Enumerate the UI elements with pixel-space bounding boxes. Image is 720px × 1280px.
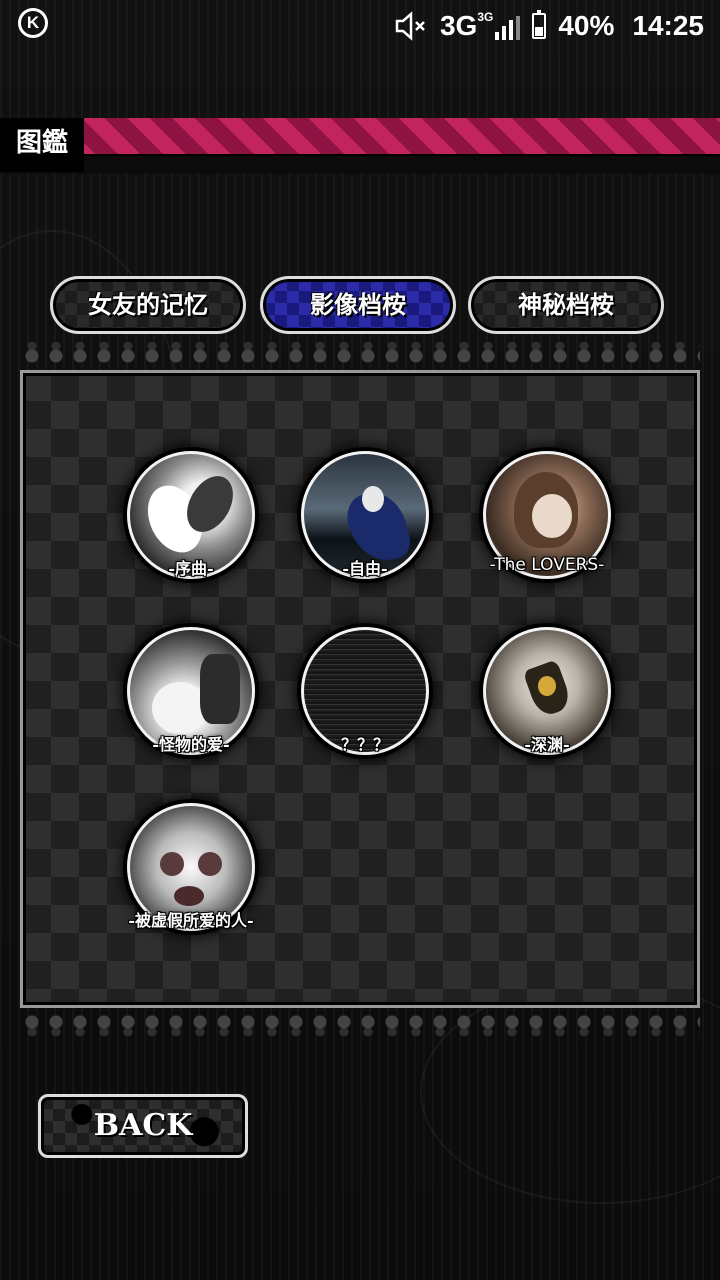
header-bar: 图鑑 — [0, 118, 720, 174]
gallery-item-monster-love[interactable]: -怪物的爱- — [121, 621, 261, 761]
gallery-item-label: -The LOVERS- — [489, 555, 605, 575]
tab-bar: 女友的记忆 影像档桉 神秘档桉 — [50, 276, 670, 336]
gallery-item-label: -自由- — [342, 559, 388, 578]
status-bar: K 3G 3G 40% 14:25 — [0, 0, 720, 52]
tab-girlfriend-memories[interactable]: 女友的记忆 — [50, 276, 246, 334]
battery-icon — [532, 10, 547, 39]
lace-ornament — [20, 1008, 700, 1036]
gallery-panel: -序曲- -自由- -The LOVERS- -怪物的爱- ？？？ -深渊- -… — [20, 370, 700, 1008]
tab-mystery-archive[interactable]: 神秘档桉 — [468, 276, 664, 334]
gallery-item-label: ？？？ — [340, 735, 389, 754]
page-title: 图鑑 — [0, 118, 85, 172]
status-icons: 3G 3G 40% 14:25 — [394, 6, 704, 46]
screen: K 3G 3G 40% 14:25 图鑑 女友的记忆 影像档桉 神秘档桉 -序曲… — [0, 0, 720, 1280]
gallery-item-locked[interactable]: ？？？ — [295, 621, 435, 761]
k-logo-icon: K — [18, 8, 48, 38]
tab-video-archive[interactable]: 影像档桉 — [260, 276, 456, 334]
signal-icon — [495, 16, 521, 40]
gallery-item-label: -怪物的爱- — [152, 735, 230, 754]
clock: 14:25 — [632, 10, 704, 41]
lace-ornament — [20, 342, 700, 370]
battery-level: 40% — [558, 10, 615, 41]
gallery-item-prelude[interactable]: -序曲- — [121, 445, 261, 585]
mute-icon — [394, 11, 428, 41]
gallery-item-label: -深渊- — [524, 735, 570, 754]
gallery-item-label: -序曲- — [168, 559, 214, 578]
gallery-item-falsely-loved[interactable]: -被虚假所爱的人- — [121, 797, 261, 937]
network-type: 3G — [439, 10, 478, 41]
gallery-item-the-lovers[interactable]: -The LOVERS- — [477, 445, 617, 585]
gallery-item-label: -被虚假所爱的人- — [128, 911, 254, 930]
gallery-item-freedom[interactable]: -自由- — [295, 445, 435, 585]
gallery-item-abyss[interactable]: -深渊- — [477, 621, 617, 761]
back-button[interactable]: BACK — [38, 1094, 248, 1158]
network-type-small: 3G — [477, 10, 494, 24]
